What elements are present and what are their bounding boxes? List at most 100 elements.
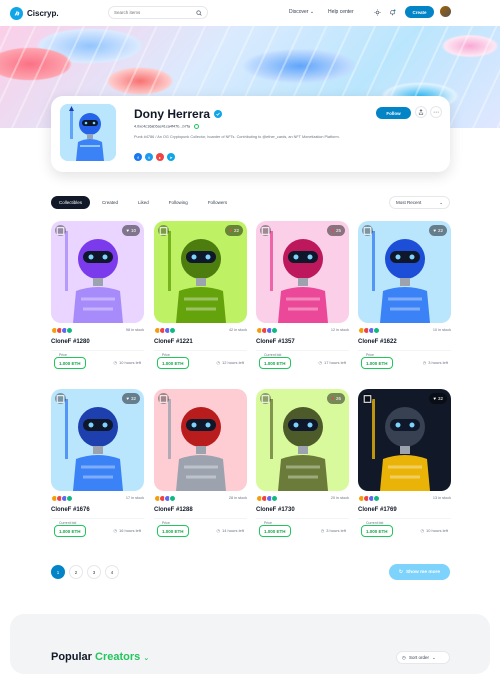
nft-image[interactable]: ♥ 32 bbox=[51, 389, 144, 491]
clock-icon: ◷ bbox=[216, 528, 220, 533]
nft-name[interactable]: CloneF #1622 bbox=[358, 339, 397, 345]
nft-name[interactable]: CloneF #1730 bbox=[256, 507, 295, 513]
creator-sort-label: Sort order bbox=[408, 655, 429, 660]
nft-card[interactable]: ♥ 22 10 in stock CloneF #1622 Price 1.000… bbox=[358, 221, 451, 379]
like-count: 32 bbox=[130, 396, 136, 401]
nft-card[interactable]: ♥ 32 17 in stock CloneF #1676 Current bid… bbox=[51, 389, 144, 547]
sort-dropdown[interactable]: Most Recent ⌄ bbox=[389, 196, 450, 209]
price-label: Current bid bbox=[263, 353, 283, 357]
clock-icon: ◷ bbox=[318, 360, 322, 365]
creator-sort-dropdown[interactable]: ◷ Sort order ⌄ bbox=[396, 651, 450, 664]
like-count: 22 bbox=[437, 228, 443, 233]
nft-image[interactable]: ♥ 32 bbox=[358, 389, 451, 491]
like-button[interactable]: ♥ 32 bbox=[429, 393, 447, 404]
nav-discover[interactable]: Discover ⌄ bbox=[289, 9, 314, 15]
stock-count: 28 in stock bbox=[228, 496, 247, 500]
owner-avatar[interactable] bbox=[271, 327, 278, 334]
nft-card[interactable]: ♥ 32 13 in stock CloneF #1769 Current bid… bbox=[358, 389, 451, 547]
nft-card[interactable]: ♥ 25 12 in stock CloneF #1357 Current bid… bbox=[256, 221, 349, 379]
like-button[interactable]: ♥ 26 bbox=[327, 393, 345, 404]
more-options-icon[interactable]: ⋯ bbox=[430, 106, 442, 118]
bell-icon[interactable] bbox=[387, 7, 398, 18]
price-value: 1.000 ETH bbox=[157, 525, 189, 537]
brand-logo[interactable]: Ciscryp. bbox=[10, 6, 59, 20]
show-more-button[interactable]: ↻ Show me more bbox=[389, 564, 450, 580]
tab-created[interactable]: Created bbox=[94, 196, 126, 209]
search-input[interactable] bbox=[114, 10, 194, 15]
verified-badge-icon bbox=[214, 110, 223, 118]
nft-image[interactable] bbox=[154, 389, 247, 491]
time-left-text: 10 hours left bbox=[118, 360, 141, 365]
youtube-icon[interactable]: ▸ bbox=[156, 153, 164, 161]
sun-icon[interactable] bbox=[372, 7, 383, 18]
copy-icon[interactable] bbox=[194, 124, 200, 129]
owner-avatar[interactable] bbox=[169, 495, 176, 502]
nft-card[interactable]: ♥ 26 20 in stock CloneF #1730 Price 1.000… bbox=[256, 389, 349, 547]
clock-icon: ◷ bbox=[216, 360, 220, 365]
search-box[interactable] bbox=[108, 6, 208, 19]
tab-following[interactable]: Following bbox=[161, 196, 196, 209]
facebook-icon[interactable]: f bbox=[134, 153, 142, 161]
nft-image[interactable]: ♥ 10 bbox=[51, 221, 144, 323]
owner-avatar[interactable] bbox=[66, 327, 73, 334]
nft-name[interactable]: CloneF #1280 bbox=[51, 339, 90, 345]
popular-creators-section: Popular Creators ⌄ ◷ Sort order ⌄ bbox=[10, 614, 490, 674]
price-label: Price bbox=[365, 353, 375, 357]
like-button[interactable]: ♥ 25 bbox=[327, 225, 345, 236]
item-type-icon bbox=[362, 225, 373, 236]
tab-collectibles[interactable]: Collectibles bbox=[51, 196, 91, 209]
share-icon[interactable] bbox=[415, 106, 427, 118]
tab-followers[interactable]: Followers bbox=[200, 196, 235, 209]
owner-avatars bbox=[358, 327, 380, 334]
item-type-icon bbox=[55, 225, 66, 236]
like-button[interactable]: ♥ 32 bbox=[122, 393, 140, 404]
create-button[interactable]: Create bbox=[405, 6, 434, 18]
nft-card[interactable]: 28 in stock CloneF #1288 Price 1.000 ETH… bbox=[154, 389, 247, 547]
item-type-icon bbox=[260, 393, 271, 404]
like-button[interactable]: ♥ 10 bbox=[122, 225, 140, 236]
heart-icon: ♥ bbox=[433, 228, 436, 233]
tab-liked[interactable]: Liked bbox=[130, 196, 157, 209]
page-2[interactable]: 2 bbox=[69, 565, 83, 579]
page-1[interactable]: 1 bbox=[51, 565, 65, 579]
owner-avatar[interactable] bbox=[271, 495, 278, 502]
price-value: 1.000 ETH bbox=[361, 525, 393, 537]
time-left-text: 3 hours left bbox=[428, 360, 448, 365]
nft-image[interactable]: ♥ 22 bbox=[358, 221, 451, 323]
nft-name[interactable]: CloneF #1676 bbox=[51, 507, 90, 513]
page-4[interactable]: 4 bbox=[105, 565, 119, 579]
nft-card[interactable]: ♥ 10 98 in stock CloneF #1280 Price 1.000… bbox=[51, 221, 144, 379]
clock-icon: ◷ bbox=[113, 528, 117, 533]
page-3[interactable]: 3 bbox=[87, 565, 101, 579]
nft-image[interactable]: ♥ 22 bbox=[154, 221, 247, 323]
nft-name[interactable]: CloneF #1769 bbox=[358, 507, 397, 513]
like-button[interactable]: ♥ 22 bbox=[429, 225, 447, 236]
time-left: ◷ 10 hours left bbox=[420, 528, 448, 533]
follow-button[interactable]: Follow bbox=[376, 107, 411, 119]
nft-image[interactable]: ♥ 25 bbox=[256, 221, 349, 323]
price-value: 1.000 ETH bbox=[157, 357, 189, 369]
nft-image[interactable]: ♥ 26 bbox=[256, 389, 349, 491]
time-left: ◷ 16 hours left bbox=[113, 528, 141, 533]
price-value: 1.000 ETH bbox=[54, 525, 86, 537]
card-divider bbox=[358, 350, 451, 351]
owner-avatar[interactable] bbox=[169, 327, 176, 334]
nav-help-center[interactable]: Help center bbox=[328, 9, 354, 15]
twitter-icon[interactable]: t bbox=[145, 153, 153, 161]
telegram-icon[interactable]: ➤ bbox=[167, 153, 175, 161]
nft-name[interactable]: CloneF #1288 bbox=[154, 507, 193, 513]
nft-name[interactable]: CloneF #1221 bbox=[154, 339, 193, 345]
nft-card[interactable]: ♥ 22 42 in stock CloneF #1221 Price 1.000… bbox=[154, 221, 247, 379]
stock-count: 13 in stock bbox=[432, 496, 451, 500]
owner-avatar[interactable] bbox=[373, 327, 380, 334]
time-left: ◷ 3 hours left bbox=[321, 528, 346, 533]
owner-avatars bbox=[154, 495, 176, 502]
owner-avatar[interactable] bbox=[373, 495, 380, 502]
owner-avatar[interactable] bbox=[66, 495, 73, 502]
user-avatar[interactable] bbox=[440, 6, 451, 17]
chevron-down-icon[interactable]: ⌄ bbox=[143, 655, 149, 662]
nft-name[interactable]: CloneF #1357 bbox=[256, 339, 295, 345]
price-label: Price bbox=[58, 353, 68, 357]
search-icon[interactable] bbox=[196, 9, 202, 16]
like-button[interactable]: ♥ 22 bbox=[225, 225, 243, 236]
